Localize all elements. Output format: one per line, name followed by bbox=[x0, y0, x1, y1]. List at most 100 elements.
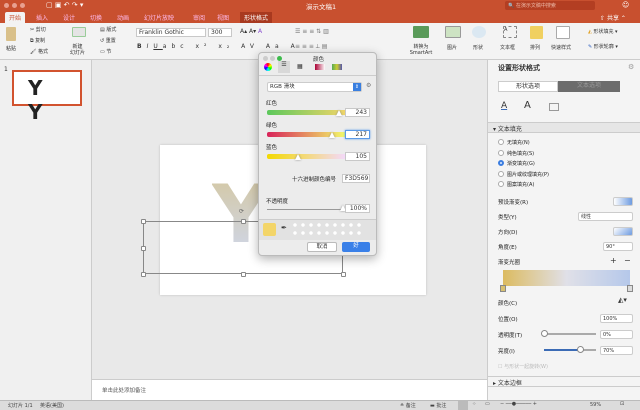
notes-pane[interactable]: 单击此处添加备注 bbox=[92, 379, 487, 400]
opacity-input[interactable]: 100% bbox=[345, 204, 370, 213]
section-text-outline[interactable]: ▸ 文本边框 bbox=[488, 376, 640, 387]
gradient-bar[interactable] bbox=[503, 270, 630, 286]
gradient-stop[interactable] bbox=[627, 285, 633, 292]
type-select[interactable]: 线性 bbox=[578, 212, 633, 221]
direction-select[interactable] bbox=[613, 227, 633, 236]
paste-button[interactable]: 粘贴 bbox=[6, 45, 16, 52]
slide-thumbnail[interactable]: Y Y bbox=[12, 70, 82, 124]
rotate-with-shape-checkbox[interactable]: ☐ 与形状一起旋转(W) bbox=[498, 363, 548, 370]
tab-insert[interactable]: 插入 bbox=[36, 13, 48, 22]
account-icon[interactable]: ☺ bbox=[622, 1, 629, 9]
picture-icon[interactable] bbox=[445, 26, 461, 38]
zoom-slider[interactable]: − ──●───── + bbox=[500, 401, 537, 407]
shape-outline-button[interactable]: ✎ 形状轮廓 ▾ bbox=[588, 43, 618, 50]
resize-handle[interactable] bbox=[341, 272, 346, 277]
stop-color-picker[interactable]: ◭▾ bbox=[618, 296, 627, 304]
paragraph-buttons[interactable]: ☰ ≡ ≡ ⇅ ▥ bbox=[295, 28, 329, 35]
close-window-button[interactable] bbox=[4, 3, 9, 8]
fill-option-radio[interactable] bbox=[498, 139, 504, 145]
add-stop-button[interactable]: + bbox=[610, 256, 617, 265]
text-fill-outline-icon[interactable]: A bbox=[501, 101, 507, 111]
red-slider[interactable] bbox=[267, 110, 347, 115]
dialog-close-button[interactable] bbox=[263, 56, 268, 61]
font-size-buttons[interactable]: A▴ A▾ A bbox=[240, 28, 262, 35]
fill-option-radio[interactable] bbox=[498, 181, 504, 187]
tab-view[interactable]: 视图 bbox=[217, 13, 229, 22]
red-slider-thumb[interactable] bbox=[336, 110, 343, 116]
saved-swatches[interactable] bbox=[291, 221, 363, 237]
eyedropper-icon[interactable]: ✒ bbox=[281, 224, 287, 232]
fill-option-radio[interactable] bbox=[498, 170, 504, 177]
brightness-slider[interactable] bbox=[544, 349, 596, 351]
search-input[interactable]: 🔍 在演示文稿中搜索 bbox=[505, 1, 595, 10]
text-effects-icon[interactable]: A bbox=[524, 100, 531, 111]
cut-button[interactable]: ✂ 剪切 bbox=[30, 26, 46, 33]
resize-handle[interactable] bbox=[241, 219, 246, 224]
transparency-slider-thumb[interactable] bbox=[541, 330, 548, 337]
angle-input[interactable]: 90° bbox=[603, 242, 633, 251]
quick-styles-icon[interactable] bbox=[556, 26, 570, 39]
reading-view-button[interactable]: ▭ bbox=[485, 401, 490, 407]
color-mode-select[interactable]: RGB 滑块 ⇕ bbox=[267, 82, 362, 92]
paste-icon[interactable] bbox=[6, 27, 16, 41]
tab-design[interactable]: 设计 bbox=[63, 13, 75, 22]
transparency-input[interactable]: 0% bbox=[600, 330, 633, 339]
preset-gradient-select[interactable] bbox=[613, 197, 633, 206]
section-button[interactable]: ▭ 节 bbox=[100, 48, 111, 55]
font-size-select[interactable]: 300 bbox=[208, 28, 232, 37]
resize-handle[interactable] bbox=[141, 219, 146, 224]
normal-view-button[interactable] bbox=[458, 401, 468, 410]
dialog-minimize-button[interactable] bbox=[270, 56, 275, 61]
gradient-stop[interactable] bbox=[500, 285, 506, 292]
new-slide-icon[interactable] bbox=[72, 27, 86, 37]
blue-slider[interactable] bbox=[267, 154, 347, 159]
textbox-icon[interactable]: A bbox=[503, 26, 517, 38]
quick-styles-button[interactable]: 快速样式 bbox=[551, 44, 571, 51]
convert-smartart-button[interactable]: 转换为 SmartArt bbox=[403, 44, 439, 56]
image-palettes-icon[interactable] bbox=[315, 64, 325, 70]
red-input[interactable]: 243 bbox=[345, 108, 370, 117]
minimize-window-button[interactable] bbox=[12, 3, 17, 8]
shape-fill-button[interactable]: ◭ 形状填充 ▾ bbox=[588, 28, 618, 35]
resize-handle[interactable] bbox=[141, 246, 146, 251]
new-slide-button[interactable]: 新建 幻灯片 bbox=[70, 44, 85, 56]
blue-slider-thumb[interactable] bbox=[295, 154, 302, 160]
resize-handle[interactable] bbox=[141, 272, 146, 277]
hex-input[interactable]: F3D569 bbox=[342, 174, 370, 183]
layout-button[interactable]: ▤ 版式 bbox=[100, 26, 116, 33]
color-wheel-icon[interactable] bbox=[264, 63, 272, 71]
shape-button[interactable]: 形状 bbox=[473, 44, 483, 51]
fit-window-button[interactable]: ⊡ bbox=[620, 401, 624, 407]
tab-review[interactable]: 审阅 bbox=[193, 13, 205, 22]
align-buttons[interactable]: ≡ ≡ ≡ ⟂ ▤ bbox=[295, 43, 327, 51]
green-slider-thumb[interactable] bbox=[328, 132, 335, 138]
green-slider[interactable] bbox=[267, 132, 347, 137]
smartart-icon[interactable] bbox=[413, 26, 429, 38]
textbox-button[interactable]: 文本框 bbox=[500, 44, 515, 51]
font-name-select[interactable]: Franklin Gothic bbox=[136, 28, 206, 37]
mode-settings-icon[interactable]: ⚙ bbox=[366, 82, 371, 89]
crayons-icon[interactable] bbox=[332, 64, 342, 70]
fill-option-radio[interactable] bbox=[498, 149, 504, 156]
copy-button[interactable]: ⧉ 复制 bbox=[30, 37, 45, 44]
reset-button[interactable]: ↺ 重置 bbox=[100, 37, 116, 44]
brightness-input[interactable]: 70% bbox=[600, 346, 633, 355]
shape-icon[interactable] bbox=[472, 26, 486, 38]
language-status[interactable]: 英语(美国) bbox=[40, 402, 64, 409]
textbox-layout-icon[interactable] bbox=[549, 103, 559, 111]
notes-button[interactable]: ≙ 备注 bbox=[400, 402, 416, 409]
cancel-button[interactable]: 取消 bbox=[307, 242, 337, 252]
blue-input[interactable]: 105 bbox=[345, 152, 370, 161]
tab-shape-options[interactable]: 形状选项 bbox=[498, 81, 558, 92]
arrange-button[interactable]: 排列 bbox=[530, 44, 540, 51]
tab-text-options[interactable]: 文本选项 bbox=[558, 81, 620, 92]
comments-button[interactable]: ▬ 批注 bbox=[430, 402, 446, 409]
text-format-buttons[interactable]: BIUabc x² x₂ AV Aa A bbox=[137, 43, 300, 50]
brightness-slider-thumb[interactable] bbox=[577, 346, 585, 353]
tab-transitions[interactable]: 切换 bbox=[90, 13, 102, 22]
arrange-icon[interactable] bbox=[530, 26, 543, 39]
maximize-window-button[interactable] bbox=[20, 3, 25, 8]
green-input[interactable]: 217 bbox=[345, 130, 370, 139]
picture-button[interactable]: 图片 bbox=[447, 44, 457, 51]
tab-slideshow[interactable]: 幻灯片放映 bbox=[144, 13, 174, 22]
